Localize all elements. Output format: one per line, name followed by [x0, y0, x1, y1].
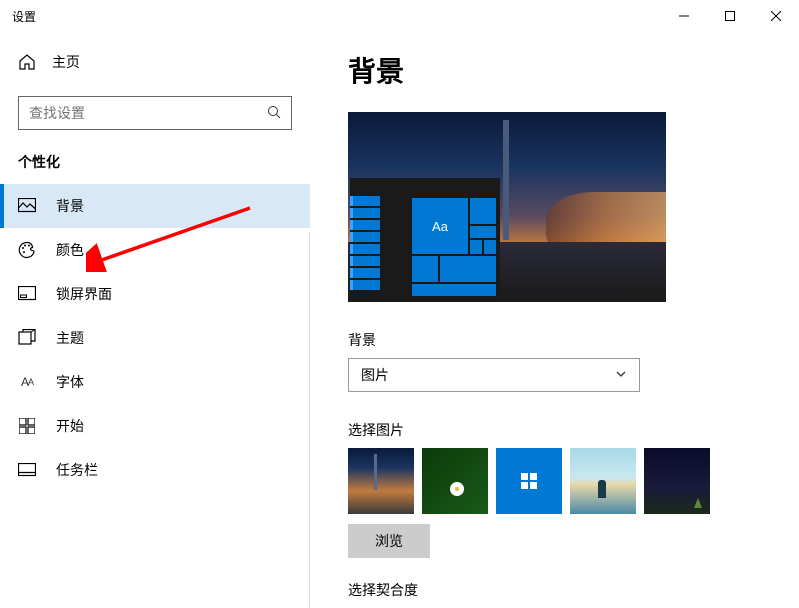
picture-thumbnails [348, 448, 761, 514]
thumbnail-2[interactable] [422, 448, 488, 514]
sidebar-item-label: 开始 [56, 416, 84, 436]
browse-button[interactable]: 浏览 [348, 524, 430, 558]
search-field[interactable] [29, 105, 231, 121]
fit-label: 选择契合度 [348, 580, 761, 600]
thumbnail-4[interactable] [570, 448, 636, 514]
desktop-preview: Aa [348, 112, 666, 302]
sidebar-item-label: 主题 [56, 328, 84, 348]
sidebar-item-label: 任务栏 [56, 460, 98, 480]
home-icon [18, 53, 36, 71]
sidebar-item-lockscreen[interactable]: 锁屏界面 [0, 272, 310, 316]
window-controls [661, 0, 799, 32]
thumbnail-1[interactable] [348, 448, 414, 514]
close-button[interactable] [753, 0, 799, 32]
sidebar: 主页 个性化 背景 颜色 锁屏界面 [0, 32, 310, 608]
minimize-button[interactable] [661, 0, 707, 32]
dropdown-value: 图片 [361, 365, 389, 385]
background-label: 背景 [348, 330, 761, 350]
start-icon [18, 417, 36, 435]
choose-picture-label: 选择图片 [348, 420, 761, 440]
font-icon: AA [18, 373, 36, 391]
home-label: 主页 [52, 52, 80, 72]
sidebar-item-themes[interactable]: 主题 [0, 316, 310, 360]
picture-icon [18, 197, 36, 215]
divider [309, 232, 310, 608]
sidebar-item-colors[interactable]: 颜色 [0, 228, 310, 272]
sidebar-item-background[interactable]: 背景 [0, 184, 310, 228]
titlebar: 设置 [0, 0, 799, 32]
chevron-down-icon [615, 368, 627, 383]
home-link[interactable]: 主页 [0, 42, 310, 82]
taskbar-icon [18, 461, 36, 479]
sidebar-item-label: 颜色 [56, 240, 84, 260]
palette-icon [18, 241, 36, 259]
section-title: 个性化 [0, 130, 310, 184]
search-icon [267, 105, 281, 122]
content-area: 背景 Aa 背景 图片 选择图片 [310, 32, 799, 608]
search-input[interactable] [18, 96, 292, 130]
background-dropdown[interactable]: 图片 [348, 358, 640, 392]
theme-icon [18, 329, 36, 347]
thumbnail-3[interactable] [496, 448, 562, 514]
sidebar-item-fonts[interactable]: AA 字体 [0, 360, 310, 404]
preview-sample-tile: Aa [412, 198, 468, 254]
thumbnail-5[interactable] [644, 448, 710, 514]
lockscreen-icon [18, 285, 36, 303]
sidebar-item-label: 字体 [56, 372, 84, 392]
preview-start-menu: Aa [350, 178, 500, 300]
page-title: 背景 [348, 50, 761, 90]
sidebar-item-taskbar[interactable]: 任务栏 [0, 448, 310, 492]
sidebar-item-label: 背景 [56, 196, 84, 216]
window-title: 设置 [12, 8, 36, 25]
sidebar-item-start[interactable]: 开始 [0, 404, 310, 448]
sidebar-item-label: 锁屏界面 [56, 284, 112, 304]
maximize-button[interactable] [707, 0, 753, 32]
